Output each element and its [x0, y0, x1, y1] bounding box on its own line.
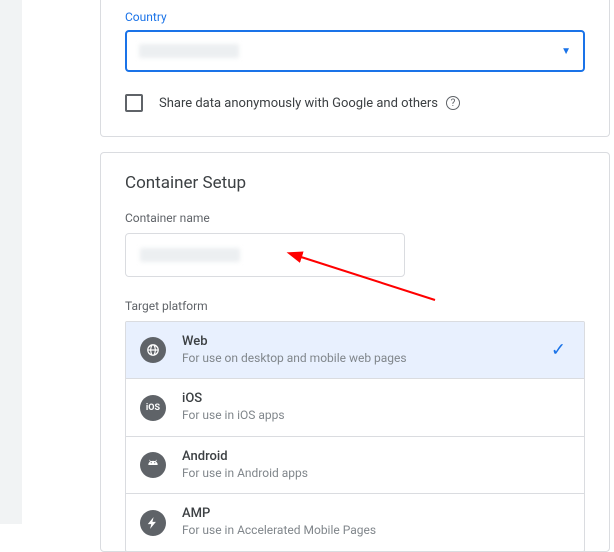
platform-android[interactable]: Android For use in Android apps [126, 437, 584, 494]
platform-title: Android [182, 449, 308, 466]
platform-title: iOS [182, 391, 285, 408]
chevron-down-icon: ▼ [561, 46, 571, 57]
left-rail [0, 0, 22, 524]
platform-list: Web For use on desktop and mobile web pa… [125, 321, 585, 552]
platform-desc: For use in Accelerated Mobile Pages [182, 523, 376, 539]
amp-icon [140, 510, 166, 536]
share-data-checkbox[interactable] [125, 94, 143, 112]
check-icon: ✓ [551, 340, 566, 361]
help-icon[interactable]: ? [446, 96, 460, 110]
container-name-input[interactable] [125, 233, 405, 277]
platform-web[interactable]: Web For use on desktop and mobile web pa… [126, 322, 584, 379]
platform-title: Web [182, 334, 407, 351]
container-setup-card: Container Setup Container name Target pl… [100, 152, 610, 552]
web-icon [140, 337, 166, 363]
target-platform-label: Target platform [125, 299, 585, 313]
country-value-redacted [139, 44, 239, 58]
container-setup-title: Container Setup [125, 173, 585, 193]
platform-desc: For use in iOS apps [182, 408, 285, 424]
platform-desc: For use in Android apps [182, 466, 308, 482]
platform-desc: For use on desktop and mobile web pages [182, 351, 407, 367]
android-icon [140, 452, 166, 478]
container-name-value-redacted [140, 248, 240, 262]
ios-icon: iOS [140, 395, 166, 421]
account-setup-card: Country ▼ Share data anonymously with Go… [100, 0, 610, 137]
share-data-label: Share data anonymously with Google and o… [159, 96, 460, 111]
country-select[interactable]: ▼ [125, 30, 585, 72]
platform-ios[interactable]: iOS iOS For use in iOS apps [126, 379, 584, 436]
container-name-label: Container name [125, 211, 585, 225]
platform-amp[interactable]: AMP For use in Accelerated Mobile Pages [126, 494, 584, 550]
country-label: Country [125, 10, 585, 24]
platform-title: AMP [182, 506, 376, 523]
share-data-row[interactable]: Share data anonymously with Google and o… [125, 94, 585, 112]
